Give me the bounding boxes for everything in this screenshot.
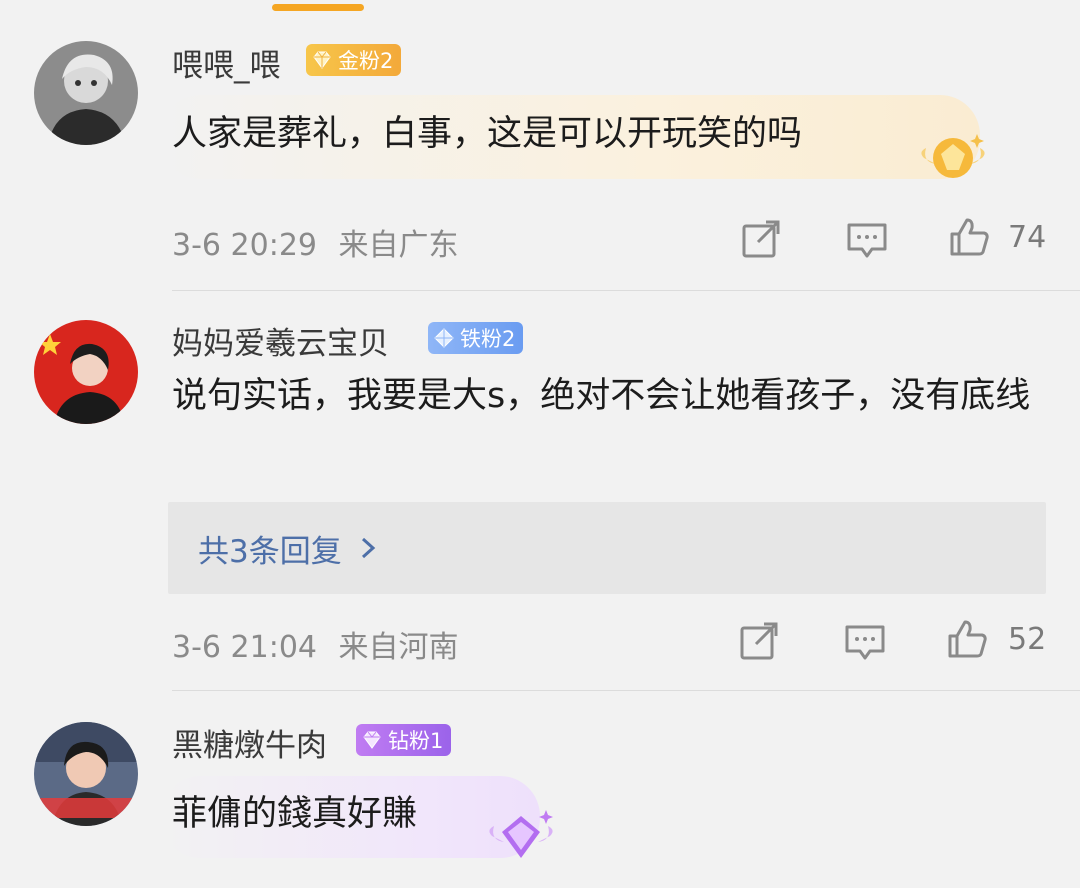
- fan-badge[interactable]: 金粉2: [306, 44, 402, 76]
- comment-icon[interactable]: [846, 220, 888, 262]
- username[interactable]: 喂喂_喂: [172, 40, 281, 85]
- comment-divider: [172, 690, 1080, 691]
- gold-gem-icon: [313, 51, 331, 69]
- share-icon[interactable]: [738, 620, 780, 662]
- like-icon[interactable]: [946, 618, 988, 660]
- comment-text: 人家是葬礼，白事，这是可以开玩笑的吗: [172, 114, 803, 154]
- comment-text: 说句实话，我要是大s，绝对不会让她看孩子，没有底线: [172, 376, 1031, 416]
- comment-meta: 3-6 21:04 来自河南: [172, 622, 459, 666]
- badge-label: 金粉2: [338, 49, 394, 73]
- avatar-photo-icon: [34, 41, 138, 145]
- user-avatar[interactable]: [34, 320, 138, 424]
- like-icon[interactable]: [948, 216, 990, 258]
- user-avatar[interactable]: [34, 41, 138, 145]
- comment-divider: [172, 290, 1080, 291]
- comment-time: 3-6 20:29: [172, 228, 317, 263]
- comment-text: 菲傭的錢真好賺: [172, 794, 418, 834]
- badge-label: 钻粉1: [388, 729, 444, 753]
- like-count: 74: [1008, 220, 1047, 255]
- badge-label: 铁粉2: [460, 327, 516, 351]
- comment-location: 来自广东: [338, 228, 459, 263]
- comment-meta: 3-6 20:29 来自广东: [172, 220, 459, 264]
- comment-location: 来自河南: [338, 630, 459, 665]
- comment-icon[interactable]: [844, 622, 886, 664]
- share-icon[interactable]: [740, 218, 782, 260]
- comment-time: 3-6 21:04: [172, 630, 317, 665]
- active-tab-indicator: [272, 4, 364, 11]
- username[interactable]: 妈妈爱羲云宝贝: [172, 318, 389, 363]
- comment-section: 喂喂_喂 金粉2 人家是葬礼，白事，这是可以开玩笑的吗 3-6 20:29 来自…: [0, 0, 1080, 888]
- avatar-photo-icon: [34, 722, 138, 826]
- diamond-gem-icon: [363, 731, 381, 749]
- like-count: 52: [1008, 622, 1047, 657]
- username[interactable]: 黑糖燉牛肉: [172, 720, 327, 765]
- fan-badge[interactable]: 钻粉1: [356, 724, 452, 756]
- avatar-photo-icon: [34, 320, 138, 424]
- replies-count-label: 共3条回复: [198, 533, 342, 570]
- gold-reward-icon: [918, 128, 988, 188]
- iron-gem-icon: [434, 328, 454, 348]
- chevron-right-icon: [361, 537, 375, 559]
- user-avatar[interactable]: [34, 722, 138, 826]
- diamond-reward-icon: [486, 806, 556, 866]
- fan-badge[interactable]: 铁粉2: [428, 322, 524, 354]
- view-replies-button[interactable]: 共3条回复: [168, 502, 1046, 594]
